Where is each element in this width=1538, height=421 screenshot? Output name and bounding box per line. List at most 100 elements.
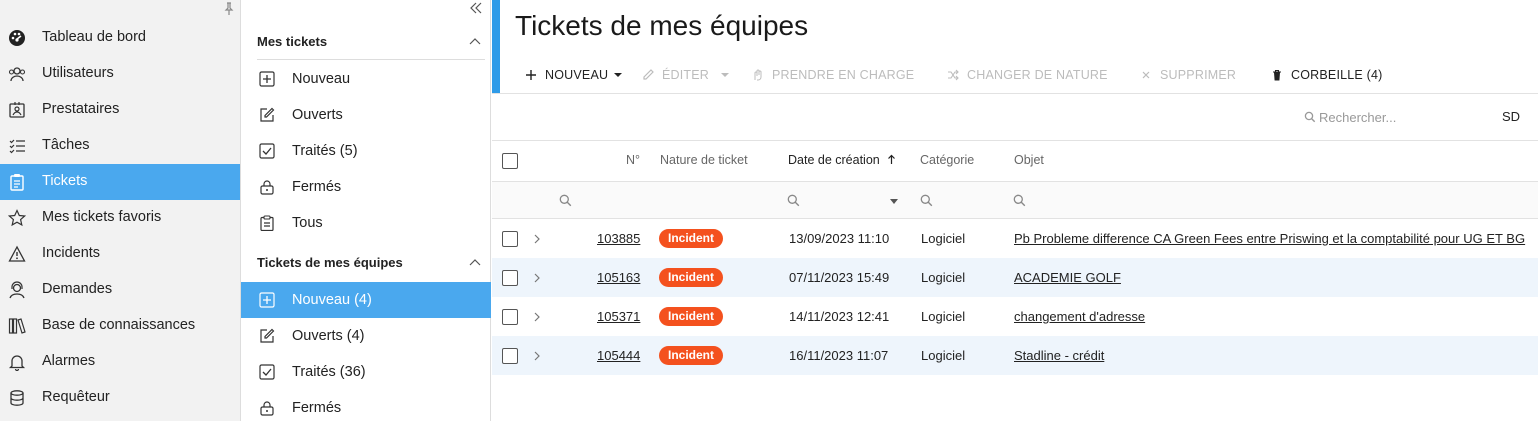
chevron-right-icon[interactable] [533,351,541,361]
main-content: Tickets de mes équipes NOUVEAU ÉDITER PR… [492,0,1538,421]
menu-item-label: Nouveau [292,71,351,87]
star-icon [8,209,26,227]
my-tickets-new[interactable]: Nouveau [241,61,491,97]
section-title-team-tickets: Tickets de mes équipes [257,255,403,270]
sidebar-item-users[interactable]: Utilisateurs [0,56,240,92]
ticket-number-link[interactable]: 105163 [597,270,640,285]
new-button[interactable]: NOUVEAU [525,66,623,84]
delete-button-label: SUPPRIMER [1160,68,1237,82]
sidebar-item-label: Alarmes [42,353,96,369]
my-tickets-closed[interactable]: Fermés [241,169,491,205]
my-tickets-processed[interactable]: Traités (5) [241,133,491,169]
sidebar-item-favorites[interactable]: Mes tickets favoris [0,200,240,236]
ticket-number-link[interactable]: 105444 [597,348,640,363]
team-tickets-new[interactable]: Nouveau (4) [241,282,491,318]
sidebar-item-alarms[interactable]: Alarmes [0,344,240,380]
column-header-creation-date[interactable]: Date de création [788,153,896,167]
sidebar-item-label: Incidents [42,245,101,261]
sidebar-item-query-builder[interactable]: Requêteur [0,380,240,416]
search-icon[interactable] [787,194,800,207]
team-tickets-open[interactable]: Ouverts (4) [241,318,491,354]
chevron-right-icon[interactable] [533,234,541,244]
search-icon[interactable] [559,194,572,207]
collapse-panel-icon[interactable] [469,2,483,14]
trash-button[interactable]: CORBEILLE (4) [1271,66,1383,84]
ticket-object-link[interactable]: ACADEMIE GOLF [1014,270,1121,285]
chevron-up-icon[interactable] [469,258,481,266]
search-placeholder: Rechercher... [1319,109,1397,125]
category: Logiciel [921,309,966,324]
creation-date: 14/11/2023 12:41 [789,309,890,324]
sidebar-item-label: Tableau de bord [42,29,146,45]
sidebar-item-tickets[interactable]: Tickets [0,164,240,200]
row-checkbox[interactable] [502,231,518,247]
change-nature-button[interactable]: CHANGER DE NATURE [947,66,1108,84]
my-tickets-all[interactable]: Tous [241,205,491,241]
team-tickets-closed[interactable]: Fermés [241,390,491,421]
table-row[interactable]: 103885 Incident 13/09/2023 11:10 Logicie… [492,219,1538,258]
ticket-object-link[interactable]: changement d'adresse [1014,309,1145,324]
sidebar-item-label: Tickets [42,173,88,189]
chevron-right-icon[interactable] [533,273,541,283]
category: Logiciel [921,270,966,285]
creation-date: 16/11/2023 11:07 [789,348,889,363]
select-all-checkbox[interactable] [502,153,518,169]
row-checkbox[interactable] [502,309,518,325]
search-icon[interactable] [920,194,933,207]
row-checkbox[interactable] [502,348,518,364]
column-header-number[interactable]: N° [626,153,640,167]
sidebar-item-tasks[interactable]: Tâches [0,128,240,164]
search-input[interactable]: Rechercher... [1304,108,1396,126]
dropdown-caret-icon[interactable] [890,199,898,204]
category: Logiciel [921,231,966,246]
menu-item-label: Traités (5) [292,143,358,159]
nature-badge: Incident [659,346,724,365]
column-header-nature[interactable]: Nature de ticket [660,153,748,167]
table-row[interactable]: 105163 Incident 07/11/2023 15:49 Logicie… [492,258,1538,297]
nature-badge: Incident [659,268,724,287]
database-icon [10,390,24,406]
edit-button[interactable]: ÉDITER [642,66,730,84]
pin-icon[interactable] [222,2,236,16]
take-charge-button-label: PRENDRE EN CHARGE [772,68,915,82]
plus-box-icon [259,71,275,87]
dashboard-icon [9,30,25,46]
column-header-category[interactable]: Catégorie [920,153,974,167]
menu-item-label: Fermés [292,179,342,195]
sidebar-item-incidents[interactable]: Incidents [0,236,240,272]
delete-button[interactable]: SUPPRIMER [1140,66,1236,84]
ticket-number-link[interactable]: 105371 [597,309,640,324]
user-initials[interactable]: SD [1502,109,1520,124]
category: Logiciel [921,348,966,363]
ticket-object-link[interactable]: Stadline - crédit [1014,348,1104,363]
chevron-up-icon[interactable] [469,37,481,45]
sidebar-item-label: Base de connaissances [42,317,196,333]
plus-box-icon [259,292,275,308]
ticket-number-link[interactable]: 103885 [597,231,640,246]
column-header-object[interactable]: Objet [1014,153,1044,167]
search-icon [1304,111,1316,123]
my-tickets-open[interactable]: Ouverts [241,97,491,133]
row-checkbox[interactable] [502,270,518,286]
table-row[interactable]: 105444 Incident 16/11/2023 11:07 Logicie… [492,336,1538,375]
sidebar-item-providers[interactable]: Prestataires [0,92,240,128]
take-charge-button[interactable]: PRENDRE EN CHARGE [752,66,914,84]
sidebar-item-dashboard[interactable]: Tableau de bord [0,20,240,56]
books-icon [8,318,26,334]
menu-item-label: Tous [292,215,323,231]
search-icon[interactable] [1013,194,1026,207]
task-list-icon [9,139,25,154]
edit-icon [260,107,275,122]
sidebar-item-knowledge-base[interactable]: Base de connaissances [0,308,240,344]
divider [492,140,1538,141]
creation-date: 07/11/2023 15:49 [789,270,890,285]
contact-card-icon [9,102,25,118]
sidebar-item-requests[interactable]: Demandes [0,272,240,308]
ticket-object-link[interactable]: Pb Probleme difference CA Green Fees ent… [1014,231,1525,246]
table-row[interactable]: 105371 Incident 14/11/2023 12:41 Logicie… [492,297,1538,336]
team-tickets-processed[interactable]: Traités (36) [241,354,491,390]
chevron-right-icon[interactable] [533,312,541,322]
sidebar-item-label: Demandes [42,281,113,297]
check-box-icon [259,143,275,159]
trash-button-label: CORBEILLE (4) [1291,68,1383,82]
